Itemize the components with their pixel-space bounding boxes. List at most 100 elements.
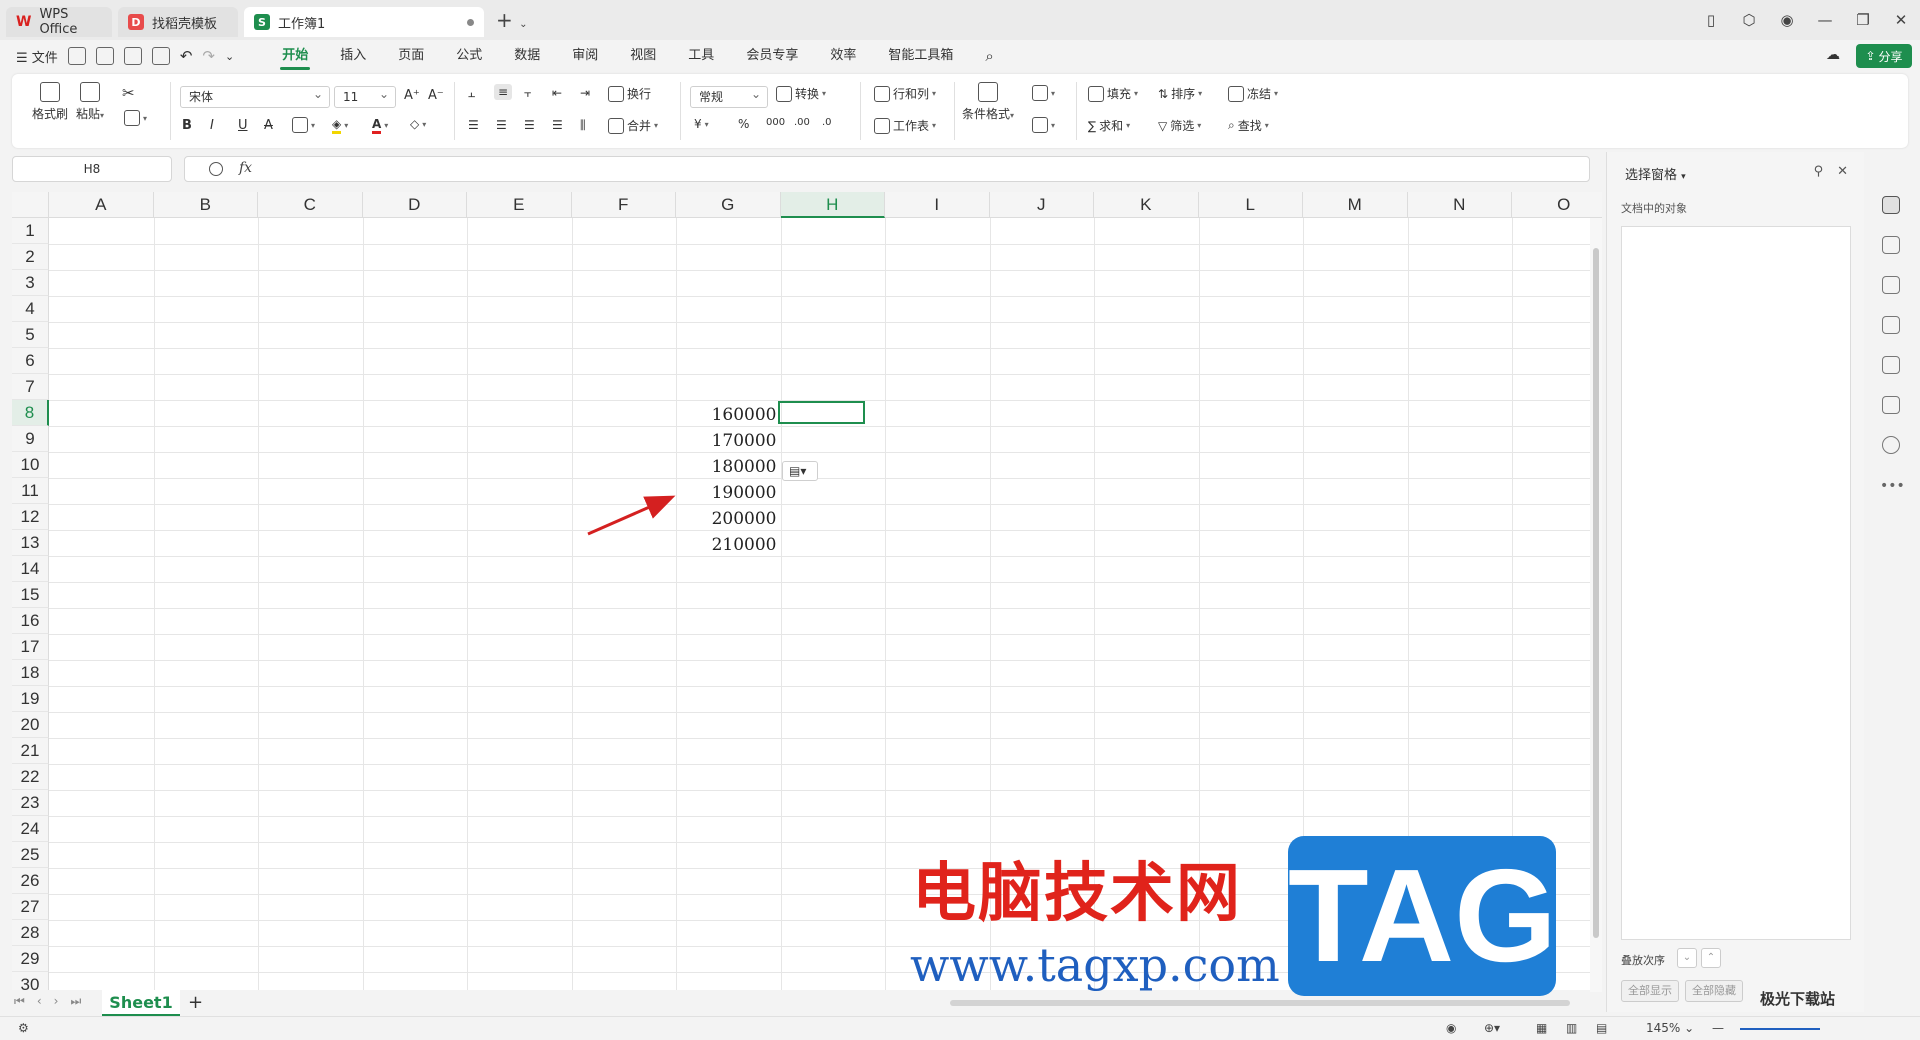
align-right-icon[interactable]: ☰ (524, 118, 535, 132)
pin-icon[interactable]: ⚲ (1814, 164, 1824, 179)
row-header-28[interactable]: 28 (12, 920, 49, 946)
cut-icon[interactable]: ✂ (122, 84, 135, 102)
locate-icon[interactable]: ⊕▾ (1484, 1021, 1500, 1035)
worksheet-button[interactable]: 工作表 ▾ (874, 117, 936, 134)
properties-icon[interactable] (1882, 236, 1900, 254)
new-tab-icon[interactable]: + ⌄ (496, 8, 528, 32)
row-header-25[interactable]: 25 (12, 842, 49, 868)
convert-button[interactable]: 转换 ▾ (776, 85, 826, 102)
tab-formula[interactable]: 公式 (440, 40, 498, 72)
align-left-icon[interactable]: ☰ (468, 118, 479, 132)
shape-button[interactable]: ▾ (1032, 117, 1055, 133)
row-header-26[interactable]: 26 (12, 868, 49, 894)
tab-insert[interactable]: 插入 (324, 40, 382, 72)
cell-g11[interactable]: 190000 (676, 480, 777, 506)
paste-button[interactable]: 粘贴▾ (76, 82, 104, 122)
fill-color-button[interactable]: ◈ ▾ (332, 117, 348, 134)
column-header-h[interactable]: H (780, 192, 885, 218)
conditional-format-button[interactable]: 条件格式▾ (962, 82, 1014, 122)
font-size-select[interactable]: 11 (334, 84, 396, 108)
row-header-11[interactable]: 11 (12, 478, 49, 504)
italic-button[interactable]: I (210, 118, 214, 133)
page-layout-icon[interactable]: ▥ (1566, 1021, 1577, 1035)
more-icon[interactable]: ••• (1880, 478, 1905, 494)
fx-icon[interactable]: fx (239, 160, 252, 176)
print-icon[interactable] (123, 47, 142, 65)
edit-icon[interactable] (1882, 316, 1900, 334)
unsaved-dot-icon[interactable] (467, 18, 474, 26)
tab-wps-office[interactable]: W WPS Office (6, 7, 112, 37)
row-header-16[interactable]: 16 (12, 608, 49, 634)
row-header-3[interactable]: 3 (12, 270, 49, 296)
column-header-n[interactable]: N (1407, 192, 1512, 218)
tools-icon[interactable] (1882, 356, 1900, 374)
row-header-19[interactable]: 19 (12, 686, 49, 712)
row-header-9[interactable]: 9 (12, 426, 49, 452)
tab-view[interactable]: 视图 (614, 40, 672, 72)
bold-button[interactable]: B (182, 118, 192, 133)
row-header-6[interactable]: 6 (12, 348, 49, 374)
strikethrough-icon[interactable]: A (264, 118, 273, 133)
column-header-e[interactable]: E (467, 192, 572, 218)
cell-g9[interactable]: 170000 (676, 428, 777, 454)
row-header-10[interactable]: 10 (12, 452, 49, 478)
comment-icon[interactable] (1882, 276, 1900, 294)
tab-home[interactable]: 开始 (266, 40, 324, 72)
row-header-13[interactable]: 13 (12, 530, 49, 556)
decrease-decimal-icon[interactable]: .0 (822, 117, 832, 128)
row-header-15[interactable]: 15 (12, 582, 49, 608)
tab-page[interactable]: 页面 (382, 40, 440, 72)
column-header-b[interactable]: B (153, 192, 258, 218)
close-icon[interactable]: ✕ (1882, 11, 1920, 29)
column-header-k[interactable]: K (1094, 192, 1199, 218)
row-header-21[interactable]: 21 (12, 738, 49, 764)
align-center-icon[interactable]: ☰ (496, 118, 507, 132)
wrap-button[interactable]: 换行 (608, 85, 651, 102)
column-header-d[interactable]: D (362, 192, 467, 218)
save-icon[interactable] (67, 47, 86, 65)
tab-tools[interactable]: 工具 (672, 40, 730, 72)
indent-decrease-icon[interactable]: ⇤ (552, 86, 562, 100)
align-bottom-icon[interactable]: ⫟ (524, 86, 531, 101)
vertical-scrollbar[interactable] (1590, 218, 1602, 992)
undo-icon[interactable]: ↶ (180, 47, 193, 65)
thousands-icon[interactable]: 000 (766, 117, 785, 128)
indent-increase-icon[interactable]: ⇥ (580, 86, 590, 100)
export-icon[interactable] (95, 47, 114, 65)
row-header-24[interactable]: 24 (12, 816, 49, 842)
more-quick-icon[interactable]: ⌄ (225, 50, 234, 63)
align-top-icon[interactable]: ⫠ (468, 86, 475, 101)
library-icon[interactable] (1882, 396, 1900, 414)
row-header-20[interactable]: 20 (12, 712, 49, 738)
merge-button[interactable]: 合并 ▾ (608, 117, 658, 134)
move-down-icon[interactable]: ⌄ (1677, 948, 1697, 968)
select-all-corner[interactable] (12, 192, 49, 218)
increase-decimal-icon[interactable]: .00 (794, 117, 810, 128)
justify-icon[interactable]: ☰ (552, 118, 563, 132)
tab-template[interactable]: D 找稻壳模板 (118, 7, 238, 37)
tab-review[interactable]: 审阅 (556, 40, 614, 72)
currency-button[interactable]: ¥ ▾ (694, 117, 709, 131)
cell-g12[interactable]: 200000 (676, 506, 777, 532)
print-preview-icon[interactable] (151, 47, 170, 65)
tab-workbook[interactable]: S 工作簿1 (244, 7, 484, 37)
first-sheet-icon[interactable]: ⏮ (14, 994, 25, 1009)
copy-button[interactable]: ▾ (124, 110, 147, 126)
clear-button[interactable]: ◇ ▾ (410, 117, 426, 131)
name-box[interactable]: H8 (12, 156, 172, 182)
column-header-j[interactable]: J (989, 192, 1094, 218)
add-sheet-button[interactable]: + (188, 992, 203, 1013)
share-button[interactable]: ⇪ 分享 (1856, 44, 1912, 68)
cell-g8[interactable]: 160000 (676, 402, 777, 428)
hide-all-button[interactable]: 全部隐藏 (1685, 980, 1743, 1002)
cell-style-button[interactable]: ▾ (1032, 85, 1055, 101)
restore-icon[interactable]: ❐ (1844, 11, 1882, 29)
freeze-button[interactable]: 冻结 ▾ (1228, 85, 1278, 102)
horizontal-scrollbar[interactable] (950, 1000, 1570, 1006)
zoom-level[interactable]: 145% ⌄ (1646, 1021, 1694, 1035)
column-header-c[interactable]: C (258, 192, 363, 218)
minimize-icon[interactable]: — (1806, 11, 1844, 29)
move-up-icon[interactable]: ⌃ (1701, 948, 1721, 968)
percent-button[interactable]: % (738, 117, 749, 131)
row-header-12[interactable]: 12 (12, 504, 49, 530)
